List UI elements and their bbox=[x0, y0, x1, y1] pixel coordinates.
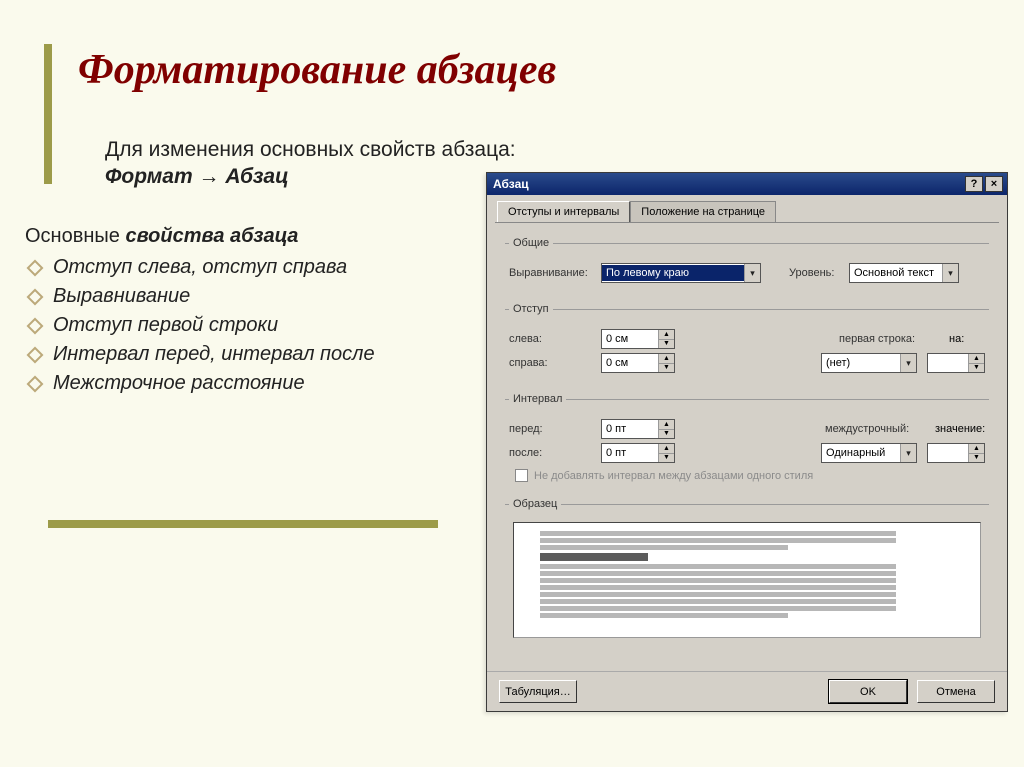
group-sample: Образец bbox=[505, 498, 989, 640]
label-by1: на: bbox=[949, 333, 985, 345]
properties-section: Основные свойства абзаца Отступ слева, о… bbox=[25, 225, 455, 401]
chevron-down-icon[interactable] bbox=[900, 354, 916, 372]
bullet-icon bbox=[27, 375, 44, 392]
label-before: перед: bbox=[509, 423, 601, 435]
legend-spacing: Интервал bbox=[509, 393, 566, 405]
chevron-down-icon[interactable] bbox=[900, 444, 916, 462]
spinner-before[interactable]: 0 пт ▲▼ bbox=[601, 419, 675, 439]
bullet-item: Отступ первой строки bbox=[25, 314, 455, 337]
accent-bar-horizontal bbox=[48, 520, 438, 528]
dialog-titlebar[interactable]: Абзац ? × bbox=[487, 173, 1007, 195]
select-alignment[interactable]: По левому краю bbox=[601, 263, 761, 283]
group-general: Общие Выравнивание: По левому краю Урове… bbox=[505, 237, 989, 289]
label-first-line: первая строка: bbox=[839, 333, 949, 345]
spinner-left[interactable]: 0 см ▲▼ bbox=[601, 329, 675, 349]
tabs-button[interactable]: Табуляция… bbox=[499, 680, 577, 703]
ok-button[interactable]: OK bbox=[829, 680, 907, 703]
accent-bar-vertical bbox=[44, 44, 52, 184]
spinner-by1[interactable]: ▲▼ bbox=[927, 353, 985, 373]
dialog-button-row: Табуляция… OK Отмена bbox=[487, 671, 1007, 711]
spinner-right[interactable]: 0 см ▲▼ bbox=[601, 353, 675, 373]
cancel-button[interactable]: Отмена bbox=[917, 680, 995, 703]
label-alignment: Выравнивание: bbox=[509, 267, 601, 279]
spinner-buttons[interactable]: ▲▼ bbox=[658, 444, 674, 462]
chevron-down-icon[interactable] bbox=[744, 264, 760, 282]
tab-indents-spacing[interactable]: Отступы и интервалы bbox=[497, 201, 630, 222]
spinner-buttons[interactable]: ▲▼ bbox=[658, 420, 674, 438]
label-line-spacing: междустрочный: bbox=[825, 423, 935, 435]
slide-title: Форматирование абзацев bbox=[78, 46, 556, 94]
spinner-after[interactable]: 0 пт ▲▼ bbox=[601, 443, 675, 463]
spinner-buttons[interactable]: ▲▼ bbox=[968, 354, 984, 372]
checkbox-no-space-same-style[interactable]: Не добавлять интервал между абзацами одн… bbox=[515, 469, 985, 482]
tab-page-position[interactable]: Положение на странице bbox=[630, 201, 776, 222]
legend-sample: Образец bbox=[509, 498, 561, 510]
close-button[interactable]: × bbox=[985, 176, 1003, 192]
label-by2: значение: bbox=[935, 423, 985, 435]
intro-text: Для изменения основных свойств абзаца: bbox=[105, 136, 805, 163]
label-level: Уровень: bbox=[789, 267, 849, 279]
legend-general: Общие bbox=[509, 237, 553, 249]
legend-indent: Отступ bbox=[509, 303, 553, 315]
spinner-buttons[interactable]: ▲▼ bbox=[968, 444, 984, 462]
select-level[interactable]: Основной текст bbox=[849, 263, 959, 283]
help-button[interactable]: ? bbox=[965, 176, 983, 192]
bullet-icon bbox=[27, 288, 44, 305]
label-right: справа: bbox=[509, 357, 601, 369]
select-first-line[interactable]: (нет) bbox=[821, 353, 917, 373]
label-after: после: bbox=[509, 447, 601, 459]
group-spacing: Интервал перед: 0 пт ▲▼ междустрочный: з… bbox=[505, 393, 989, 484]
spinner-buttons[interactable]: ▲▼ bbox=[658, 330, 674, 348]
sample-preview bbox=[513, 522, 981, 638]
chevron-down-icon[interactable] bbox=[942, 264, 958, 282]
properties-heading: Основные свойства абзаца bbox=[25, 225, 455, 248]
bullet-icon bbox=[27, 259, 44, 276]
spinner-buttons[interactable]: ▲▼ bbox=[658, 354, 674, 372]
group-indent: Отступ слева: 0 см ▲▼ первая строка: на:… bbox=[505, 303, 989, 379]
bullet-item: Интервал перед, интервал после bbox=[25, 343, 455, 366]
bullet-icon bbox=[27, 346, 44, 363]
spinner-by2[interactable]: ▲▼ bbox=[927, 443, 985, 463]
label-left: слева: bbox=[509, 333, 601, 345]
paragraph-dialog: Абзац ? × Отступы и интервалы Положение … bbox=[486, 172, 1008, 712]
bullet-item: Выравнивание bbox=[25, 285, 455, 308]
tab-content: Общие Выравнивание: По левому краю Урове… bbox=[495, 222, 999, 662]
bullet-icon bbox=[27, 317, 44, 334]
select-line-spacing[interactable]: Одинарный bbox=[821, 443, 917, 463]
bullet-item: Отступ слева, отступ справа bbox=[25, 256, 455, 279]
bullet-item: Межстрочное расстояние bbox=[25, 372, 455, 395]
checkbox-box[interactable] bbox=[515, 469, 528, 482]
dialog-title: Абзац bbox=[491, 177, 963, 191]
